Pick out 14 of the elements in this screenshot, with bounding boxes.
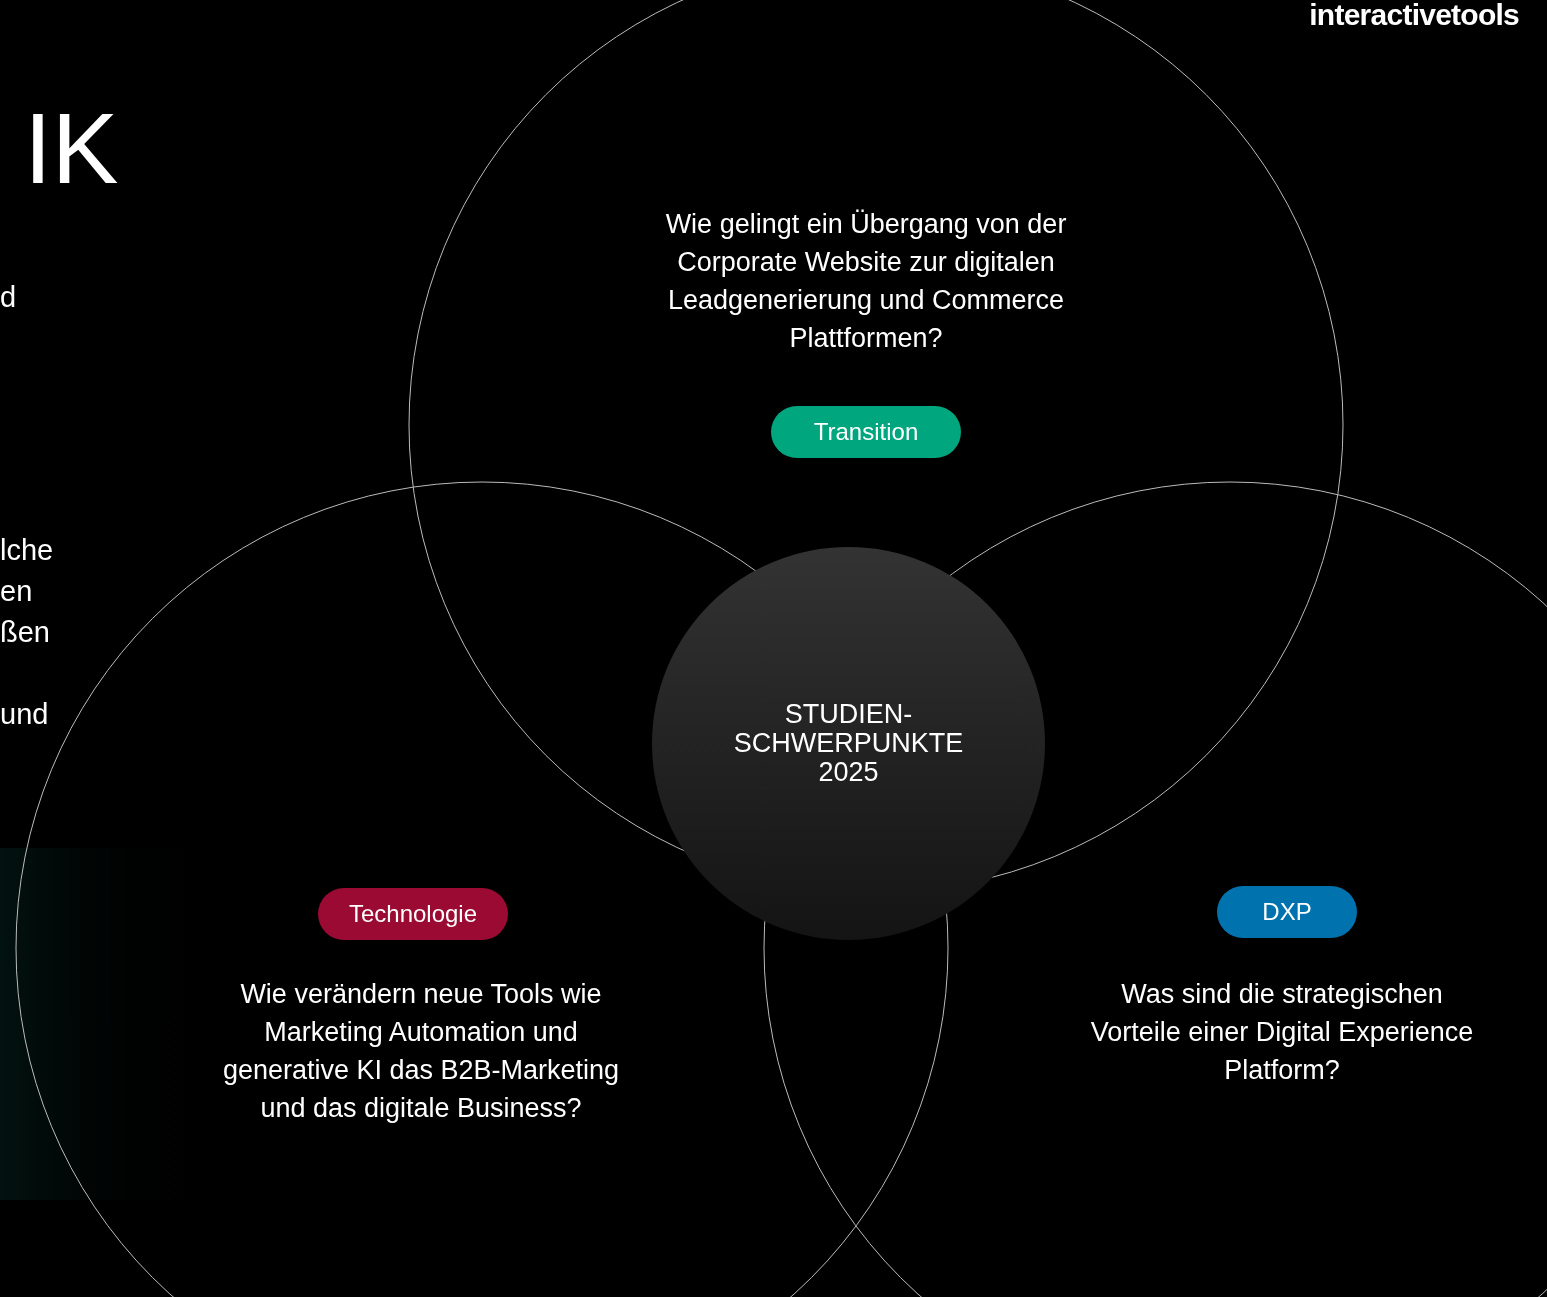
text-fragment: lche bbox=[0, 533, 54, 567]
text-fragment: d bbox=[0, 280, 17, 314]
topic-tag: DXP bbox=[1217, 886, 1357, 938]
text-fragment: en bbox=[0, 574, 33, 608]
topic-question: Wie gelingt ein Übergang von der Corporate Website zur digitalen Leadgenerierung und Commerce Plattformen? bbox=[664, 208, 1068, 355]
center-label: STUDIEN- SCHWERPUNKTE 2025 bbox=[733, 700, 964, 787]
text-fragment: und bbox=[0, 697, 49, 731]
topic-question: Was sind die strategischen Vorteile einer Digital Experience Platform? bbox=[1089, 978, 1475, 1087]
logo[interactable]: interactivetools bbox=[1309, 0, 1519, 30]
text-fragment: ßen bbox=[0, 615, 50, 649]
topic-tag: Transition bbox=[771, 406, 961, 458]
topic-tag: Technologie bbox=[318, 888, 508, 940]
heading-fragment: IK bbox=[24, 98, 119, 198]
topic-question: Wie verändern neue Tools wie Marketing Automation und generative KI das B2B-Marketing und das digitale Business? bbox=[221, 978, 621, 1125]
